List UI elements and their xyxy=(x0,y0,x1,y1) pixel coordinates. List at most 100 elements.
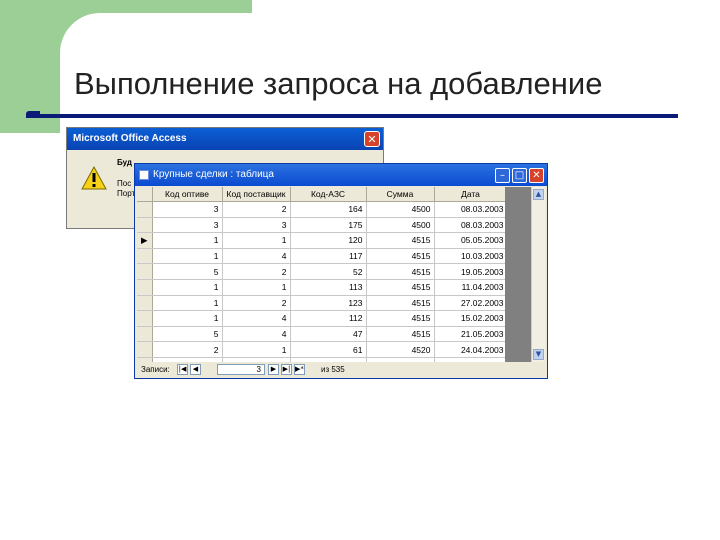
datasheet-titlebar[interactable]: Крупные сделки : таблица – □ ✕ xyxy=(135,164,547,186)
table-cell[interactable]: 1 xyxy=(152,248,223,265)
table-cell[interactable]: 4515 xyxy=(366,263,435,280)
dialog-titlebar[interactable]: Microsoft Office Access ✕ xyxy=(67,128,383,150)
row-selector[interactable] xyxy=(137,310,153,327)
table-cell[interactable]: 164 xyxy=(290,201,367,218)
table-row[interactable]: 1 1 113 4515 11.04.2003 xyxy=(137,279,508,296)
table-cell[interactable]: 3 xyxy=(222,217,291,234)
table-cell[interactable]: 19.05.2003 xyxy=(434,263,508,280)
table-cell[interactable]: 4515 xyxy=(366,295,435,312)
table-cell[interactable]: 2 xyxy=(152,357,223,362)
table-cell[interactable]: 4520 xyxy=(366,357,435,362)
table-row[interactable]: ▶ 1 1 120 4515 05.05.2003 xyxy=(137,232,508,249)
table-row[interactable]: 5 2 52 4515 19.05.2003 xyxy=(137,263,508,280)
table-cell[interactable]: 21.05.2003 xyxy=(434,326,508,343)
table-cell[interactable]: 175 xyxy=(290,217,367,234)
table-cell[interactable]: 3 xyxy=(152,217,223,234)
table-cell[interactable]: 10.03.2003 xyxy=(434,248,508,265)
table-icon[interactable] xyxy=(139,170,149,180)
row-selector[interactable] xyxy=(137,326,153,343)
last-record-button[interactable]: ▶| xyxy=(281,364,292,375)
row-selector[interactable] xyxy=(137,201,153,218)
table-cell[interactable]: 1 xyxy=(152,232,223,249)
table-cell[interactable]: 52 xyxy=(290,263,367,280)
row-selector[interactable]: ▶ xyxy=(137,232,153,249)
table-cell[interactable]: 3 xyxy=(152,201,223,218)
dialog-title: Microsoft Office Access xyxy=(73,133,187,144)
table-cell[interactable]: 75 xyxy=(290,357,367,362)
column-header[interactable]: Код оптиве xyxy=(152,187,223,202)
scroll-up-icon[interactable]: ▲ xyxy=(533,189,544,200)
table-cell[interactable]: 4515 xyxy=(366,310,435,327)
dialog-close-button[interactable]: ✕ xyxy=(364,131,380,147)
table-cell[interactable]: 117 xyxy=(290,248,367,265)
table-cell[interactable]: 123 xyxy=(290,295,367,312)
table-cell[interactable]: 4515 xyxy=(366,326,435,343)
scroll-down-icon[interactable]: ▼ xyxy=(533,349,544,360)
vertical-scrollbar[interactable]: ▲ ▼ xyxy=(531,187,545,362)
table-cell[interactable]: 112 xyxy=(290,310,367,327)
table-cell[interactable]: 3 xyxy=(222,357,291,362)
table-cell[interactable]: 5 xyxy=(152,326,223,343)
table-cell[interactable]: 1 xyxy=(152,279,223,296)
row-selector[interactable] xyxy=(137,279,153,296)
table-cell[interactable]: 2 xyxy=(152,341,223,358)
table-row[interactable]: 5 4 47 4515 21.05.2003 xyxy=(137,326,508,343)
table-cell[interactable]: 4515 xyxy=(366,279,435,296)
table-cell[interactable]: 1 xyxy=(222,232,291,249)
column-header[interactable]: Дата xyxy=(434,187,508,202)
new-record-button[interactable]: ▶* xyxy=(294,364,305,375)
table-cell[interactable]: 2 xyxy=(222,263,291,280)
table-cell[interactable]: 15.02.2003 xyxy=(434,310,508,327)
column-header[interactable]: Код поставщик xyxy=(222,187,291,202)
table-cell[interactable]: 2 xyxy=(222,201,291,218)
next-record-button[interactable]: ▶ xyxy=(268,364,279,375)
table-row[interactable]: 2375452020.04.2003 xyxy=(137,357,508,362)
row-selector[interactable] xyxy=(137,295,153,312)
table-cell[interactable]: 4 xyxy=(222,310,291,327)
table-row[interactable]: 3 2 164 4500 08.03.2003 xyxy=(137,201,508,218)
table-cell[interactable]: 120 xyxy=(290,232,367,249)
table-row[interactable]: 1 4 112 4515 15.02.2003 xyxy=(137,310,508,327)
table-cell[interactable]: 4515 xyxy=(366,232,435,249)
table-cell[interactable]: 11.04.2003 xyxy=(434,279,508,296)
table-cell[interactable]: 4500 xyxy=(366,217,435,234)
table-cell[interactable]: 1 xyxy=(152,310,223,327)
table-cell[interactable]: 1 xyxy=(222,279,291,296)
column-header[interactable]: Код-АЗС xyxy=(290,187,367,202)
row-selector[interactable] xyxy=(137,357,153,362)
table-cell[interactable]: 5 xyxy=(152,263,223,280)
maximize-button[interactable]: □ xyxy=(512,168,527,183)
column-header[interactable]: Сумма xyxy=(366,187,435,202)
first-record-button[interactable]: |◀ xyxy=(177,364,188,375)
table-row[interactable]: 2 1 61 4520 24.04.2003 xyxy=(137,341,508,358)
table-cell[interactable]: 08.03.2003 xyxy=(434,201,508,218)
table-cell[interactable]: 1 xyxy=(152,295,223,312)
table-cell[interactable]: 4500 xyxy=(366,201,435,218)
row-selector-header[interactable] xyxy=(137,187,153,202)
table-cell[interactable]: 47 xyxy=(290,326,367,343)
table-cell[interactable]: 20.04.2003 xyxy=(434,357,508,362)
previous-record-button[interactable]: ◀ xyxy=(190,364,201,375)
table-cell[interactable]: 4 xyxy=(222,248,291,265)
table-cell[interactable]: 05.05.2003 xyxy=(434,232,508,249)
table-cell[interactable]: 4515 xyxy=(366,248,435,265)
row-selector[interactable] xyxy=(137,248,153,265)
table-cell[interactable]: 1 xyxy=(222,341,291,358)
record-number-input[interactable]: 3 xyxy=(217,364,265,375)
table-row[interactable]: 1 4 117 4515 10.03.2003 xyxy=(137,248,508,265)
table-cell[interactable]: 08.03.2003 xyxy=(434,217,508,234)
table-cell[interactable]: 4 xyxy=(222,326,291,343)
table-cell[interactable]: 113 xyxy=(290,279,367,296)
close-button[interactable]: ✕ xyxy=(529,168,544,183)
table-cell[interactable]: 61 xyxy=(290,341,367,358)
table-cell[interactable]: 4520 xyxy=(366,341,435,358)
table-cell[interactable]: 2 xyxy=(222,295,291,312)
row-selector[interactable] xyxy=(137,263,153,280)
minimize-button[interactable]: – xyxy=(495,168,510,183)
table-cell[interactable]: 27.02.2003 xyxy=(434,295,508,312)
row-selector[interactable] xyxy=(137,217,153,234)
table-row[interactable]: 1 2 123 4515 27.02.2003 xyxy=(137,295,508,312)
table-row[interactable]: 3 3 175 4500 08.03.2003 xyxy=(137,217,508,234)
table-cell[interactable]: 24.04.2003 xyxy=(434,341,508,358)
row-selector[interactable] xyxy=(137,341,153,358)
